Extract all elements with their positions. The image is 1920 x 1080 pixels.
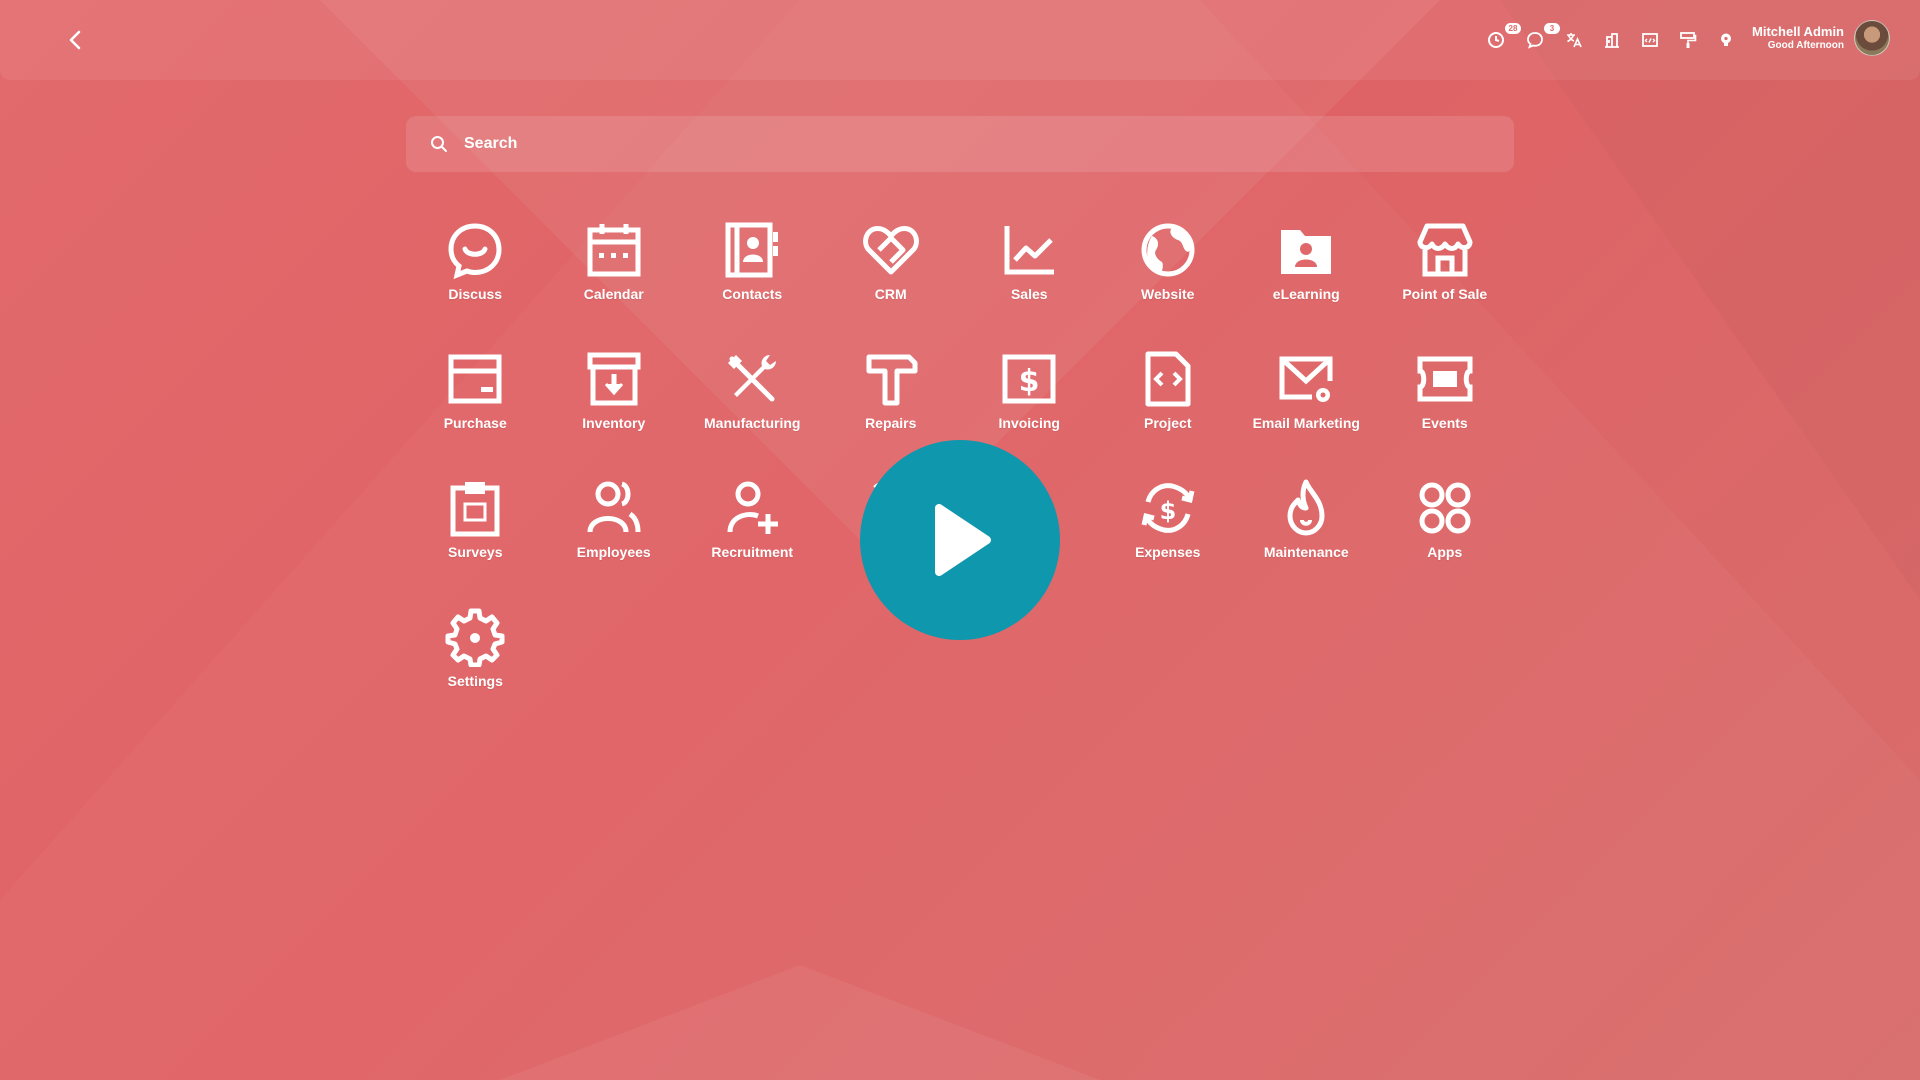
app-label: Discuss xyxy=(448,286,503,302)
app-label: Inventory xyxy=(582,415,646,431)
store-icon xyxy=(1417,223,1473,277)
users-icon xyxy=(587,481,641,533)
apps-grid-icon xyxy=(1419,482,1471,534)
tips-button[interactable] xyxy=(1715,29,1737,51)
app-label: Purchase xyxy=(443,415,507,431)
app-label: Calendar xyxy=(583,286,644,302)
app-discuss[interactable]: Discuss xyxy=(406,210,545,339)
expenses-icon: $ xyxy=(1141,483,1195,533)
code-file-icon xyxy=(1145,351,1191,407)
app-label: CRM xyxy=(874,286,907,302)
globe-icon xyxy=(1141,223,1195,277)
svg-text:$: $ xyxy=(1019,364,1040,399)
app-contacts[interactable]: Contacts xyxy=(683,210,822,339)
activity-button[interactable]: 28 xyxy=(1485,23,1521,51)
ticket-icon xyxy=(1417,356,1473,402)
avatar[interactable] xyxy=(1854,20,1890,56)
app-label: Events xyxy=(1421,415,1468,431)
user-menu[interactable]: Mitchell Admin Good Afternoon xyxy=(1752,24,1844,52)
card-icon xyxy=(448,354,502,404)
archive-box-icon xyxy=(587,352,641,406)
app-inventory[interactable]: Inventory xyxy=(545,339,684,468)
app-calendar[interactable]: Calendar xyxy=(545,210,684,339)
messages-count-badge: 3 xyxy=(1544,23,1560,34)
contacts-icon xyxy=(725,222,779,278)
search-icon xyxy=(431,136,447,152)
app-label: Surveys xyxy=(448,544,503,560)
app-label: Recruitment xyxy=(711,544,794,560)
app-sales[interactable]: Sales xyxy=(960,210,1099,339)
app-events[interactable]: Events xyxy=(1376,339,1515,468)
app-label: Sales xyxy=(1010,286,1048,302)
app-email-marketing[interactable]: Email Marketing xyxy=(1237,339,1376,468)
app-label: Settings xyxy=(447,673,503,689)
debug-button[interactable] xyxy=(1639,29,1661,51)
back-button[interactable] xyxy=(62,26,88,54)
sales-icon xyxy=(1004,226,1055,275)
messages-button[interactable]: 3 xyxy=(1524,23,1560,51)
lightbulb-icon xyxy=(1721,33,1731,46)
top-navbar: 28 3 Mitchell Admin Good Afternoon xyxy=(0,0,1920,80)
activity-count-badge: 28 xyxy=(1505,23,1521,34)
building-icon xyxy=(1605,33,1619,48)
app-label: Contacts xyxy=(722,286,783,302)
app-apps[interactable]: Apps xyxy=(1376,468,1515,597)
app-label: Employees xyxy=(576,544,651,560)
envelope-gear-icon xyxy=(1279,356,1333,402)
svg-text:$: $ xyxy=(1159,497,1176,525)
app-label: Email Marketing xyxy=(1252,415,1360,431)
app-label: Invoicing xyxy=(998,415,1060,431)
invoice-dollar-icon: $ xyxy=(1002,354,1056,404)
app-label: Point of Sale xyxy=(1402,286,1488,302)
search-bar[interactable] xyxy=(406,116,1514,172)
discuss-icon xyxy=(448,223,502,280)
app-crm[interactable]: CRM xyxy=(822,210,961,339)
app-maintenance[interactable]: Maintenance xyxy=(1237,468,1376,597)
app-website[interactable]: Website xyxy=(1099,210,1238,339)
company-button[interactable] xyxy=(1601,29,1623,51)
folder-user-icon xyxy=(1281,230,1332,274)
app-label: Repairs xyxy=(865,415,917,431)
hammer-icon xyxy=(866,354,918,406)
gear-icon xyxy=(445,608,505,667)
crm-icon xyxy=(862,226,919,275)
search-input[interactable] xyxy=(464,135,1464,153)
app-label: eLearning xyxy=(1272,286,1340,302)
video-play-button[interactable] xyxy=(860,440,1060,640)
flame-icon xyxy=(1287,479,1325,536)
app-manufacturing[interactable]: Manufacturing xyxy=(683,339,822,468)
app-recruitment[interactable]: Recruitment xyxy=(683,468,822,597)
chat-bubble-icon xyxy=(1527,32,1543,49)
app-expenses[interactable]: $ Expenses xyxy=(1099,468,1238,597)
app-settings[interactable]: Settings xyxy=(406,597,545,726)
app-project[interactable]: Project xyxy=(1099,339,1238,468)
app-label: Project xyxy=(1144,415,1192,431)
app-employees[interactable]: Employees xyxy=(545,468,684,597)
tools-icon xyxy=(728,355,777,402)
user-name: Mitchell Admin xyxy=(1752,24,1844,39)
chevron-left-icon xyxy=(69,30,81,50)
user-plus-icon xyxy=(727,481,779,534)
app-label: Maintenance xyxy=(1263,544,1349,560)
app-elearning[interactable]: eLearning xyxy=(1237,210,1376,339)
app-label: Manufacturing xyxy=(704,415,801,431)
code-window-icon xyxy=(1642,33,1658,47)
paint-roller-icon xyxy=(1680,32,1697,48)
clock-icon xyxy=(1488,32,1504,48)
app-purchase[interactable]: Purchase xyxy=(406,339,545,468)
clipboard-icon xyxy=(450,482,500,537)
translate-icon xyxy=(1567,33,1582,48)
app-label: Expenses xyxy=(1135,544,1201,560)
language-button[interactable] xyxy=(1563,29,1585,51)
user-greeting: Good Afternoon xyxy=(1767,40,1844,51)
play-icon xyxy=(935,504,991,576)
app-label: Apps xyxy=(1427,544,1463,560)
app-label: Website xyxy=(1141,286,1195,302)
app-surveys[interactable]: Surveys xyxy=(406,468,545,597)
theme-editor-button[interactable] xyxy=(1677,29,1699,51)
calendar-icon xyxy=(587,224,641,277)
app-point-of-sale[interactable]: Point of Sale xyxy=(1376,210,1515,339)
